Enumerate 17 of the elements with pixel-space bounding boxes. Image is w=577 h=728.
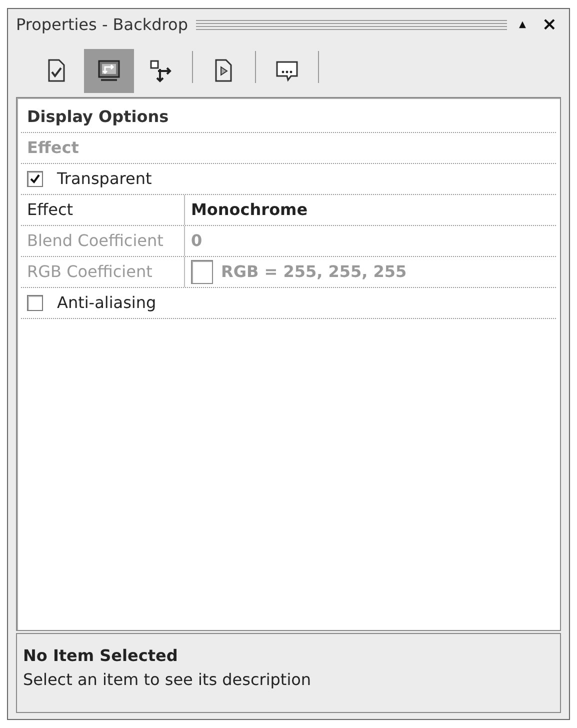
property-label: Blend Coefficient xyxy=(21,226,185,256)
monitor-icon xyxy=(96,58,122,84)
checkbox-label: Anti-aliasing xyxy=(57,292,156,314)
property-label: Effect xyxy=(21,195,185,225)
category-header[interactable]: Display Options xyxy=(21,105,169,129)
close-button[interactable]: × xyxy=(538,16,561,34)
description-text: Select an item to see its description xyxy=(23,669,312,691)
checkbox-label: Transparent xyxy=(57,168,152,190)
collapse-button[interactable]: ▲ xyxy=(514,16,530,34)
move-arrows-icon xyxy=(148,58,174,84)
toolbar-button[interactable] xyxy=(84,49,134,93)
description-title: No Item Selected xyxy=(23,645,179,667)
property-label: RGB Coefficient xyxy=(21,257,185,287)
property-value[interactable]: Monochrome xyxy=(191,198,308,222)
checkbox[interactable] xyxy=(27,171,43,187)
checkbox[interactable] xyxy=(27,295,43,311)
panel-title: Properties - Backdrop xyxy=(16,14,188,36)
